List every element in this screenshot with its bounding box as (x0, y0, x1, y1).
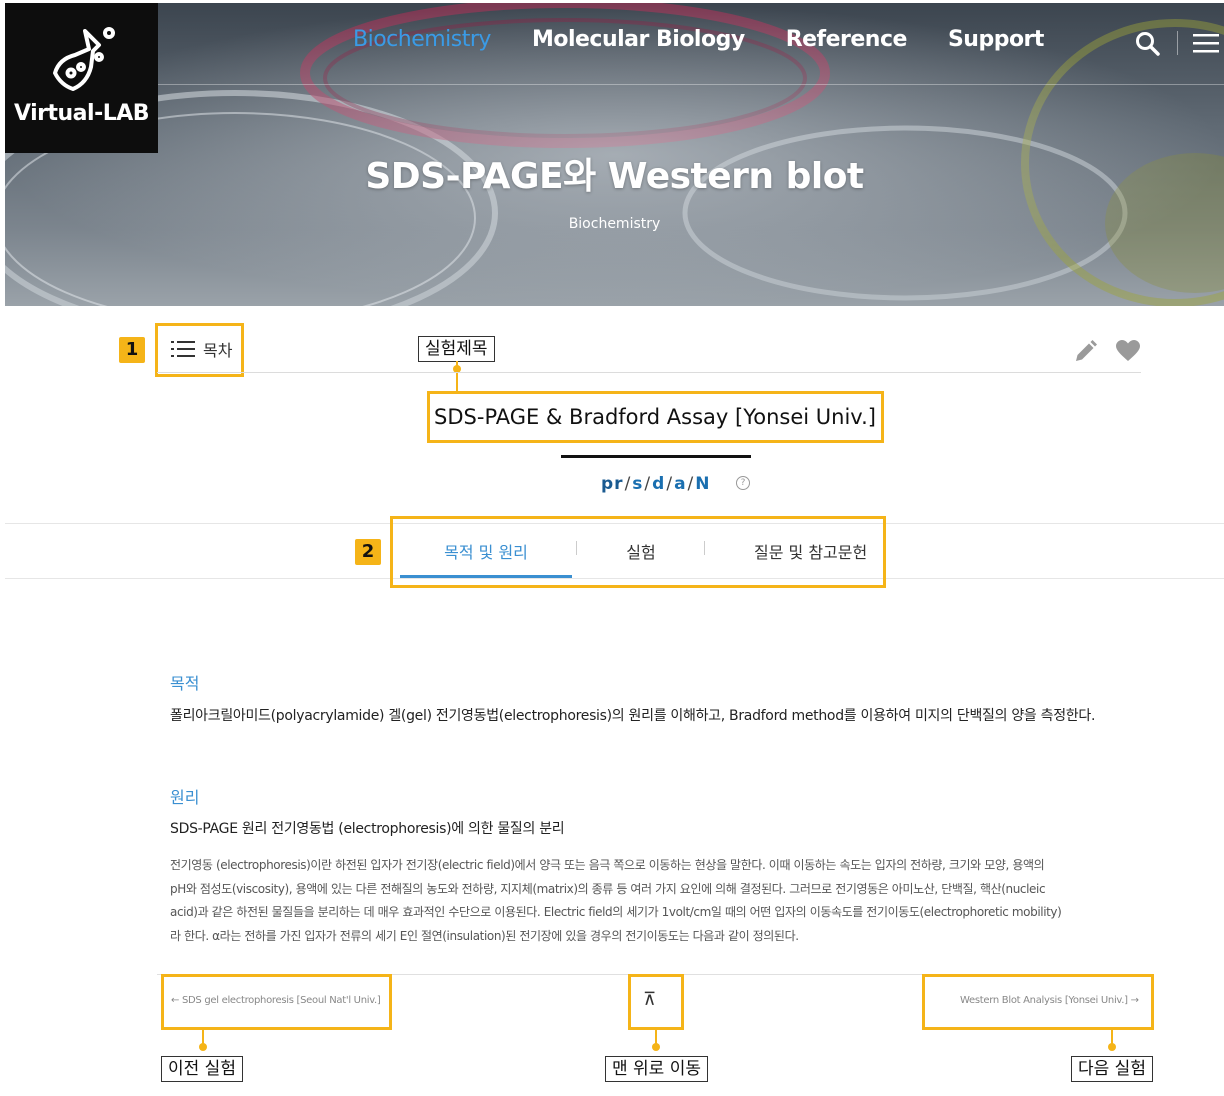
annotation-badge-1: 1 (119, 337, 145, 363)
title-underline (561, 455, 751, 458)
annotation-label-top: 맨 위로 이동 (605, 1056, 709, 1082)
purpose-text: 폴리아크릴아미드(polyacrylamide) 겔(gel) 전기영동법(el… (170, 708, 1096, 724)
tab-questions-references[interactable]: 질문 및 참고문헌 (708, 539, 908, 563)
experiment-title: SDS-PAGE & Bradford Assay [Yonsei Univ.] (434, 405, 876, 429)
toolbar-divider (157, 372, 1141, 373)
slash: / (624, 474, 632, 494)
hamburger-menu-icon[interactable] (1193, 31, 1219, 55)
slash: / (666, 474, 674, 494)
tab-separator (704, 541, 705, 555)
code-item[interactable]: pr (601, 474, 624, 494)
purpose-heading: 목적 (170, 674, 200, 693)
list-icon (171, 341, 195, 357)
nav-separator (1177, 31, 1178, 55)
annotation-badge-2: 2 (355, 539, 381, 565)
page: Virtual-LAB Biochemistry Molecular Biolo… (5, 3, 1224, 1096)
body-line: pH와 점성도(viscosity), 용액에 있는 다른 전해질의 농도와 전… (170, 881, 1046, 896)
tab-purpose-principle[interactable]: 목적 및 원리 (400, 539, 572, 563)
nav-divider (158, 84, 1224, 85)
body-line: 라 한다. α라는 전하를 가진 입자가 전류의 세기 E인 절연(insula… (170, 928, 799, 943)
page-title: SDS-PAGE와 Western blot (365, 156, 864, 197)
annotation-dot (199, 1043, 207, 1051)
annotation-label-next: 다음 실험 (1071, 1056, 1153, 1082)
principle-body: 전기영동 (electrophoresis)이란 하전된 입자가 전기장(ele… (170, 854, 1145, 948)
nav-item-molecular-biology[interactable]: Molecular Biology (532, 27, 745, 52)
nav-item-biochemistry[interactable]: Biochemistry (353, 27, 491, 52)
pencil-icon[interactable] (1073, 340, 1097, 364)
slash: / (687, 474, 695, 494)
annotation-label-experiment-title: 실험제목 (418, 336, 495, 362)
help-icon[interactable]: ? (736, 476, 750, 490)
experiment-codes: pr/s/d/a/N (601, 474, 711, 494)
body-line: 전기영동 (electrophoresis)이란 하전된 입자가 전기장(ele… (170, 858, 1045, 872)
toc-button[interactable]: 목차 (171, 337, 232, 361)
tab-separator (576, 541, 577, 555)
body-line: acid)과 같은 하전된 물질들을 분리하는 데 매우 효과적인 수단으로 이… (170, 905, 1062, 919)
scroll-top-button[interactable]: ⊼ (643, 989, 656, 1010)
annotation-dot (652, 1043, 660, 1051)
heart-icon[interactable] (1115, 339, 1141, 363)
nav-item-reference[interactable]: Reference (786, 27, 908, 52)
toc-label: 목차 (203, 341, 233, 360)
hero-banner: Virtual-LAB Biochemistry Molecular Biolo… (5, 3, 1224, 306)
top-nav: Biochemistry Molecular Biology Reference… (353, 27, 1085, 52)
logo[interactable]: Virtual-LAB (5, 3, 158, 153)
code-item[interactable]: N (695, 474, 710, 494)
search-icon[interactable] (1135, 31, 1161, 57)
prev-experiment-link[interactable]: ← SDS gel electrophoresis [Seoul Nat'l U… (171, 995, 381, 1006)
next-experiment-link[interactable]: Western Blot Analysis [Yonsei Univ.] → (960, 995, 1139, 1006)
page-category[interactable]: Biochemistry (5, 216, 1224, 232)
nav-item-support[interactable]: Support (948, 27, 1044, 52)
flask-icon (53, 27, 115, 91)
slash: / (644, 474, 652, 494)
principle-heading: 원리 (170, 788, 200, 807)
tab-experiment[interactable]: 실험 (580, 539, 702, 563)
annotation-label-prev: 이전 실험 (161, 1056, 243, 1082)
principle-subheading: SDS-PAGE 원리 전기영동법 (electrophoresis)에 의한 … (170, 821, 565, 837)
code-item[interactable]: d (652, 474, 665, 494)
annotation-dot (1108, 1043, 1116, 1051)
logo-text: Virtual-LAB (13, 101, 150, 126)
active-tab-underline (400, 575, 572, 578)
code-item[interactable]: s (632, 474, 643, 494)
code-item[interactable]: a (674, 474, 686, 494)
